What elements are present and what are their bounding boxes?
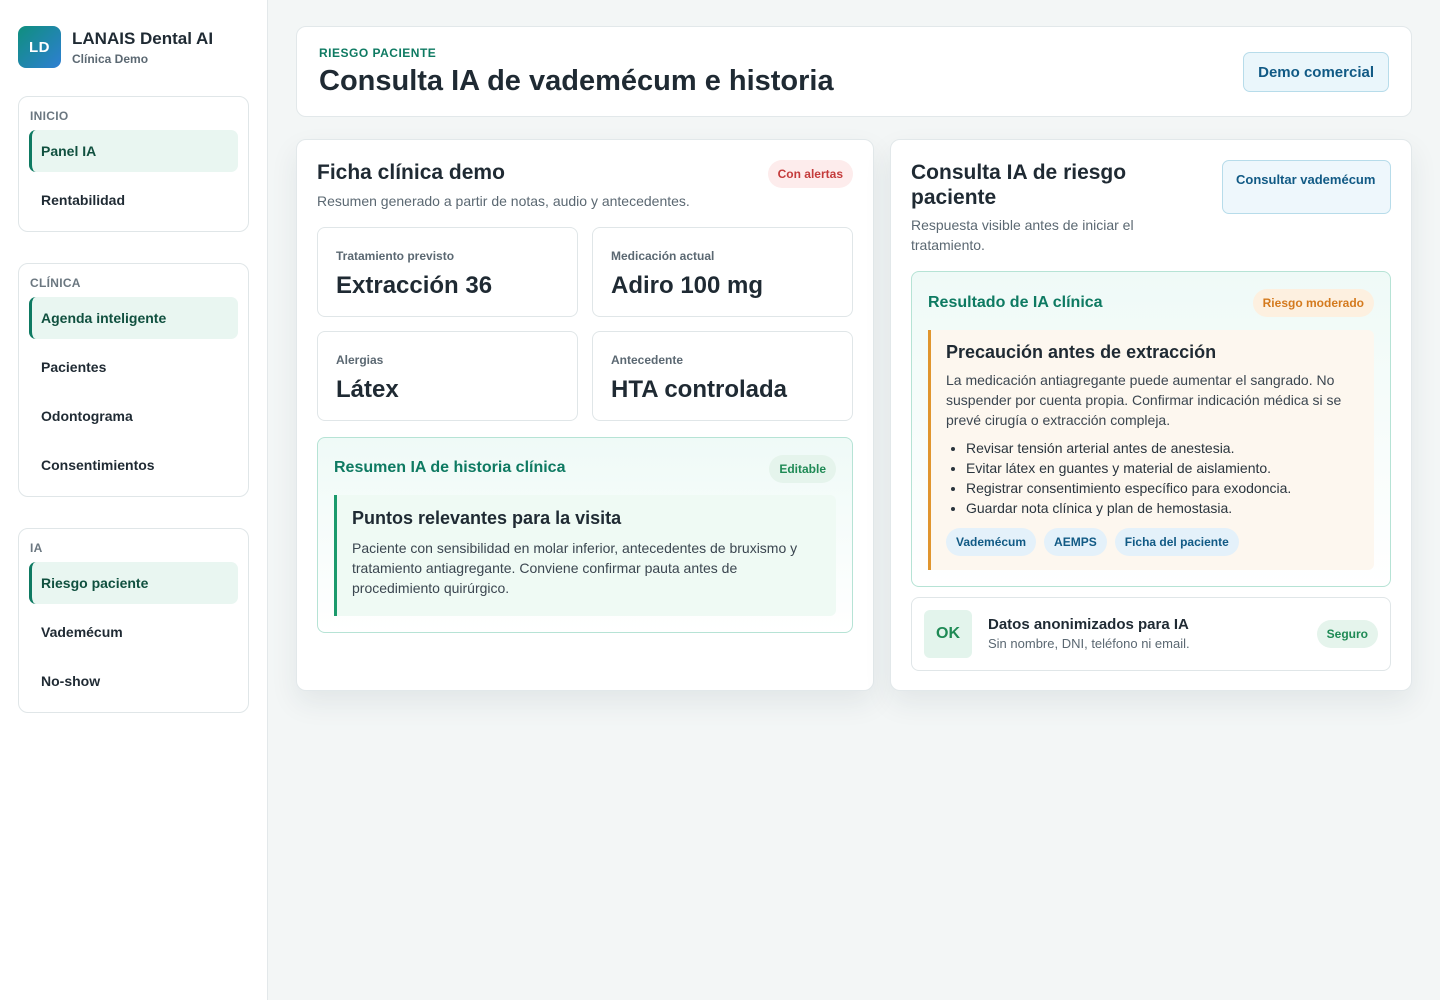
risk-badge: Riesgo moderado (1252, 289, 1374, 317)
stat-label: Tratamiento previsto (336, 249, 455, 263)
privacy-subtitle: Sin nombre, DNI, teléfono ni email. (988, 636, 1190, 651)
stat-tratamiento: Tratamiento previsto Extracción 36 (317, 227, 578, 317)
nav-group-clinica: CLÍNICA Agenda inteligente Pacientes Odo… (18, 263, 249, 497)
sidebar-item-odontograma[interactable]: Odontograma (29, 395, 238, 437)
resultado-ia-box: Resultado de IA clínica Riesgo moderado … (911, 271, 1391, 587)
stat-value: Látex (336, 376, 399, 403)
visit-note-text: Paciente con sensibilidad en molar infer… (352, 540, 798, 596)
consulta-title: Consulta IA de riesgo paciente (911, 161, 1127, 209)
precaution-text: La medicación antiagregante puede aument… (946, 372, 1342, 428)
stat-label: Medicación actual (611, 249, 715, 263)
stat-value: Extracción 36 (336, 272, 493, 299)
consulta-ia-panel: Consulta IA de riesgo paciente Respuesta… (890, 139, 1412, 691)
source-chip-vademecum[interactable]: Vademécum (946, 528, 1037, 556)
sidebar-item-vademecum[interactable]: Vademécum (29, 611, 238, 653)
list-item: Revisar tensión arterial antes de aneste… (966, 438, 1364, 458)
sidebar-item-no-show[interactable]: No-show (29, 660, 238, 702)
ok-icon: OK (924, 610, 972, 658)
editable-badge[interactable]: Editable (769, 455, 836, 483)
source-chips: Vademécum AEMPS Ficha del paciente (946, 528, 1239, 556)
stat-label: Antecedente (611, 353, 684, 367)
brand-name: LANAIS Dental AI (72, 28, 214, 48)
ficha-clinica-panel: Ficha clínica demo Resumen generado a pa… (296, 139, 874, 691)
resumen-ia-title: Resumen IA de historia clínica (334, 459, 566, 476)
brand-text: LANAIS Dental AI Clínica Demo (72, 29, 213, 66)
resumen-ia-box: Resumen IA de historia clínica Editable … (317, 437, 853, 633)
sidebar-item-agenda[interactable]: Agenda inteligente (29, 297, 238, 339)
ficha-title: Ficha clínica demo (317, 161, 505, 184)
nav-group-title: INICIO (30, 109, 69, 123)
list-item: Evitar látex en guantes y material de ai… (966, 458, 1364, 478)
demo-comercial-button[interactable]: Demo comercial (1243, 52, 1389, 92)
list-item: Registrar consentimiento específico para… (966, 478, 1364, 498)
sidebar-item-rentabilidad[interactable]: Rentabilidad (29, 179, 238, 221)
brand-subtitle: Clínica Demo (72, 51, 149, 66)
sidebar: LD LANAIS Dental AI Clínica Demo INICIO … (0, 0, 268, 1000)
precaution-list: Revisar tensión arterial antes de aneste… (966, 438, 1364, 518)
privacy-card: OK Datos anonimizados para IA Sin nombre… (911, 597, 1391, 671)
source-chip-aemps[interactable]: AEMPS (1044, 528, 1107, 556)
precaution-title: Precaución antes de extracción (946, 342, 1217, 362)
visit-note-title: Puntos relevantes para la visita (352, 508, 622, 528)
brand[interactable]: LD LANAIS Dental AI Clínica Demo (18, 26, 213, 68)
consultar-vademecum-button[interactable]: Consultar vademécum (1222, 160, 1391, 214)
source-chip-ficha[interactable]: Ficha del paciente (1114, 528, 1239, 556)
nav-group-title: CLÍNICA (30, 276, 81, 290)
privacy-title: Datos anonimizados para IA (988, 616, 1189, 633)
alert-badge: Con alertas (767, 160, 853, 188)
stat-antecedente: Antecedente HTA controlada (592, 331, 853, 421)
page-title: Consulta IA de vademécum e historia (319, 65, 834, 97)
stat-alergias: Alergias Látex (317, 331, 578, 421)
page-eyebrow: RIESGO PACIENTE (319, 46, 437, 60)
nav-group-title: IA (30, 541, 43, 555)
list-item: Guardar nota clínica y plan de hemostasi… (966, 498, 1364, 518)
stat-value: HTA controlada (611, 376, 788, 403)
ficha-subtitle: Resumen generado a partir de notas, audi… (317, 193, 690, 209)
nav-group-ia: IA Riesgo paciente Vademécum No-show (18, 528, 249, 713)
brand-logo: LD (18, 26, 61, 68)
page-header: RIESGO PACIENTE Consulta IA de vademécum… (296, 26, 1412, 117)
stat-label: Alergias (336, 353, 384, 367)
sidebar-item-pacientes[interactable]: Pacientes (29, 346, 238, 388)
sidebar-item-consentimientos[interactable]: Consentimientos (29, 444, 238, 486)
consulta-subtitle: Respuesta visible antes de iniciar el tr… (911, 217, 1134, 253)
sidebar-item-panel-ia[interactable]: Panel IA (29, 130, 238, 172)
visit-note: Puntos relevantes para la visita Pacient… (334, 495, 836, 616)
stat-medicacion: Medicación actual Adiro 100 mg (592, 227, 853, 317)
sidebar-item-riesgo-paciente[interactable]: Riesgo paciente (29, 562, 238, 604)
precaution-note: Precaución antes de extracción La medica… (928, 330, 1374, 570)
secure-badge: Seguro (1316, 620, 1378, 648)
resultado-ia-title: Resultado de IA clínica (928, 294, 1103, 311)
nav-group-inicio: INICIO Panel IA Rentabilidad (18, 96, 249, 232)
stat-value: Adiro 100 mg (611, 272, 764, 299)
